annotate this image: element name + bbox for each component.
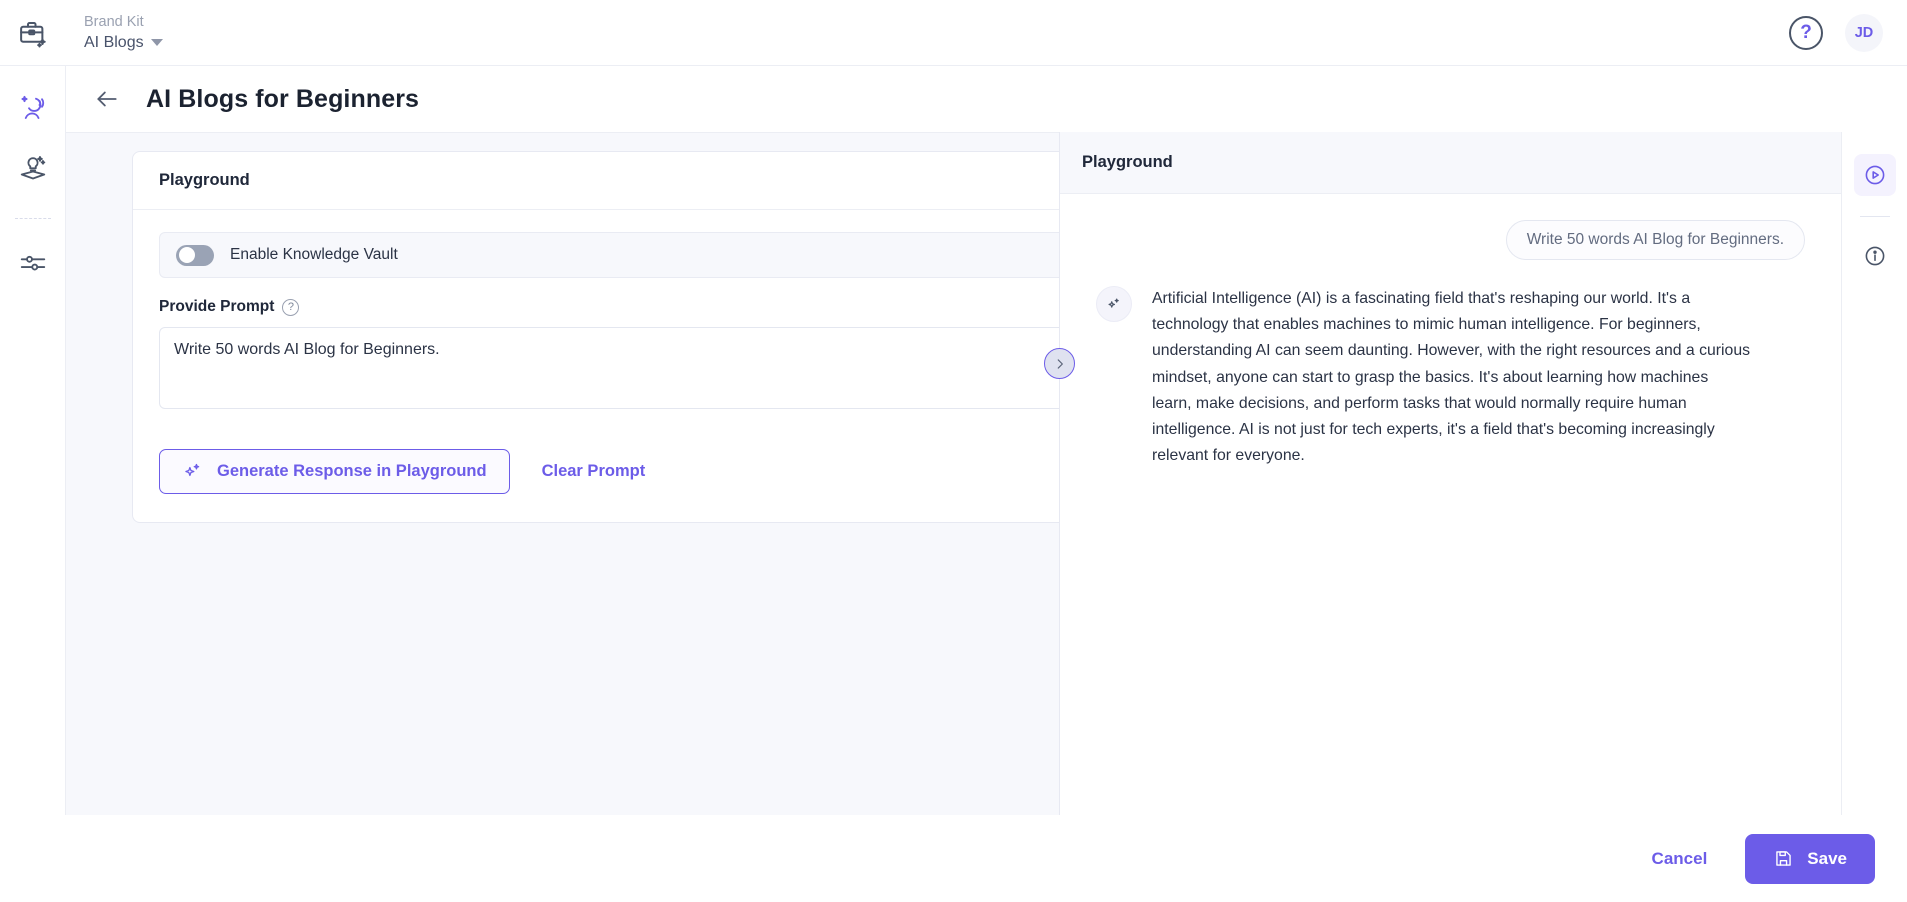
playground-panel-title: Playground — [1082, 153, 1173, 171]
ai-avatar — [1096, 286, 1132, 322]
playground-card-body: Enable Knowledge Vault Provide Prompt ? … — [133, 210, 1059, 522]
playground-panel-body: Write 50 words AI Blog for Beginners. Ar… — [1060, 194, 1841, 815]
user-message-bubble: Write 50 words AI Blog for Beginners. — [1505, 220, 1805, 260]
briefcase-sparkle-icon[interactable] — [18, 18, 48, 48]
sidebar-item-settings[interactable] — [11, 241, 55, 285]
ai-message-text: Artificial Intelligence (AI) is a fascin… — [1152, 290, 1750, 465]
topbar: Brand Kit AI Blogs ? JD — [0, 0, 1907, 66]
clear-prompt-button[interactable]: Clear Prompt — [520, 449, 668, 494]
topbar-logo-slot — [0, 18, 66, 48]
ai-message-row: Artificial Intelligence (AI) is a fascin… — [1096, 286, 1805, 470]
avatar[interactable]: JD — [1845, 13, 1883, 52]
playground-panel-header: Playground — [1060, 132, 1841, 194]
main-area: AI Blogs for Beginners Playground Enable… — [66, 66, 1907, 815]
content-column: Playground Enable Knowledge Vault Provid… — [66, 132, 1059, 815]
question-mark-icon: ? — [1800, 22, 1812, 43]
playground-card: Playground Enable Knowledge Vault Provid… — [132, 151, 1059, 523]
footer-actions: Cancel Save — [0, 815, 1907, 902]
save-label: Save — [1807, 848, 1847, 868]
generate-response-label: Generate Response in Playground — [217, 462, 487, 480]
page-title: AI Blogs for Beginners — [146, 84, 420, 113]
card-actions: Generate Response in Playground Clear Pr… — [159, 449, 1059, 494]
arrow-left-icon[interactable] — [94, 86, 120, 112]
brand-breadcrumb: Brand Kit AI Blogs — [66, 12, 163, 54]
brand-kit-label: Brand Kit — [84, 13, 144, 30]
split-view: Playground Enable Knowledge Vault Provid… — [66, 132, 1907, 815]
playground-panel: Playground Write 50 words AI Blog for Be… — [1044, 132, 1841, 815]
sparkle-icon — [1108, 298, 1119, 308]
brand-selector[interactable]: AI Blogs — [84, 32, 163, 54]
right-rail-info[interactable] — [1854, 235, 1896, 277]
floppy-disk-icon — [1776, 851, 1792, 866]
sparkle-icon — [185, 463, 200, 477]
app-root: Brand Kit AI Blogs ? JD AI Blogs for Beg… — [0, 0, 1907, 902]
prompt-input[interactable]: Write 50 words AI Blog for Beginners. — [159, 327, 1059, 409]
toggle-knob — [179, 247, 195, 263]
sidebar-divider — [14, 218, 51, 219]
sidebar-item-knowledge[interactable] — [11, 146, 55, 190]
playground-card-header: Playground — [133, 152, 1059, 210]
knowledge-bulb-icon — [20, 156, 45, 180]
save-button[interactable]: Save — [1745, 833, 1875, 884]
info-circle-icon — [1865, 246, 1884, 266]
ai-persona-icon — [20, 95, 44, 119]
brand-name-label: AI Blogs — [84, 33, 144, 51]
right-rail-playground[interactable] — [1853, 154, 1896, 196]
play-circle-icon — [1865, 165, 1884, 185]
chevron-right-icon — [1057, 358, 1063, 369]
panel-collapse-handle[interactable] — [1044, 348, 1075, 379]
knowledge-vault-label: Enable Knowledge Vault — [230, 246, 398, 263]
left-sidebar — [0, 66, 66, 815]
knowledge-vault-toggle[interactable] — [176, 244, 214, 266]
user-message-row: Write 50 words AI Blog for Beginners. — [1096, 220, 1805, 260]
sliders-settings-icon — [20, 255, 45, 271]
question-circle-icon[interactable]: ? — [282, 298, 300, 316]
topbar-actions: ? JD — [1789, 13, 1907, 52]
caret-down-icon — [150, 39, 163, 46]
page-header: AI Blogs for Beginners — [66, 66, 1907, 132]
sidebar-item-ai-persona[interactable] — [11, 86, 55, 130]
playground-card-title: Playground — [159, 171, 250, 189]
body-row: AI Blogs for Beginners Playground Enable… — [0, 66, 1907, 815]
knowledge-vault-row: Enable Knowledge Vault — [159, 232, 1059, 278]
provide-prompt-label: Provide Prompt — [159, 298, 275, 315]
provide-prompt-label-row: Provide Prompt ? — [159, 298, 1059, 316]
help-button[interactable]: ? — [1789, 15, 1823, 50]
cancel-button[interactable]: Cancel — [1626, 835, 1734, 883]
right-rail-divider — [1859, 216, 1890, 217]
right-rail — [1841, 132, 1907, 815]
generate-response-button[interactable]: Generate Response in Playground — [159, 449, 510, 494]
